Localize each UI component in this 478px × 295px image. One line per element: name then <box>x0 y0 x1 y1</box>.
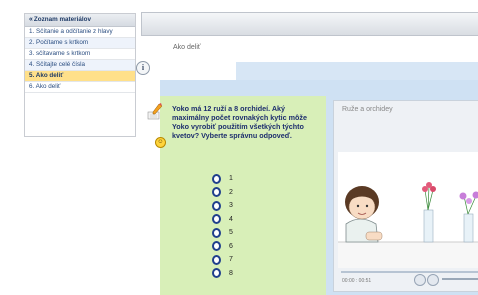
info-icon[interactable]: i <box>136 61 150 75</box>
materials-sidebar: «Zoznam materiálov 1. Sčítanie a odčítan… <box>24 13 136 137</box>
answer-options: 1 2 3 4 5 6 7 8 <box>212 172 233 280</box>
smiley-icon: ☺ <box>155 137 166 148</box>
option-5[interactable]: 5 <box>212 226 233 240</box>
option-6[interactable]: 6 <box>212 240 233 254</box>
video-progress-bar[interactable] <box>341 271 478 273</box>
pencil-icon <box>147 103 163 120</box>
play-icon[interactable] <box>414 274 426 286</box>
volume-slider[interactable] <box>442 278 478 280</box>
sidebar-item-1[interactable]: 1. Sčítanie a odčítanie z hlavy <box>25 27 135 38</box>
collapse-icon[interactable]: « <box>29 16 33 23</box>
radio-button[interactable] <box>212 173 221 184</box>
radio-button[interactable] <box>212 241 221 252</box>
sidebar-item-5[interactable]: 5. Ako deliť <box>25 71 135 82</box>
option-8[interactable]: 8 <box>212 267 233 281</box>
question-text: Yoko má 12 ruží a 8 orchideí. Aký maximá… <box>172 104 308 140</box>
radio-button[interactable] <box>212 254 221 265</box>
sidebar-item-4[interactable]: 4. Sčítajte celé čísla <box>25 60 135 71</box>
top-toolbar <box>141 12 478 36</box>
option-7[interactable]: 7 <box>212 253 233 267</box>
sidebar-item-2[interactable]: 2. Počítame s krtkom <box>25 38 135 49</box>
sidebar-item-6[interactable]: 6. Ako deliť <box>25 82 135 93</box>
video-time: 00:00 : 00:51 <box>342 278 372 284</box>
content-top-area <box>236 62 478 82</box>
lesson-title: Ako deliť <box>173 44 201 51</box>
stop-icon[interactable] <box>427 274 439 286</box>
sidebar-item-3[interactable]: 3. sčítavame s krtkom <box>25 49 135 60</box>
option-2[interactable]: 2 <box>212 186 233 200</box>
option-4[interactable]: 4 <box>212 213 233 227</box>
radio-button[interactable] <box>212 268 221 279</box>
radio-button[interactable] <box>212 200 221 211</box>
radio-button[interactable] <box>212 214 221 225</box>
video-illustration[interactable] <box>338 152 478 268</box>
option-1[interactable]: 1 <box>212 172 233 186</box>
sidebar-header[interactable]: «Zoznam materiálov <box>25 14 135 27</box>
video-title: Ruže a orchidey <box>342 106 393 113</box>
option-3[interactable]: 3 <box>212 199 233 213</box>
radio-button[interactable] <box>212 187 221 198</box>
radio-button[interactable] <box>212 227 221 238</box>
